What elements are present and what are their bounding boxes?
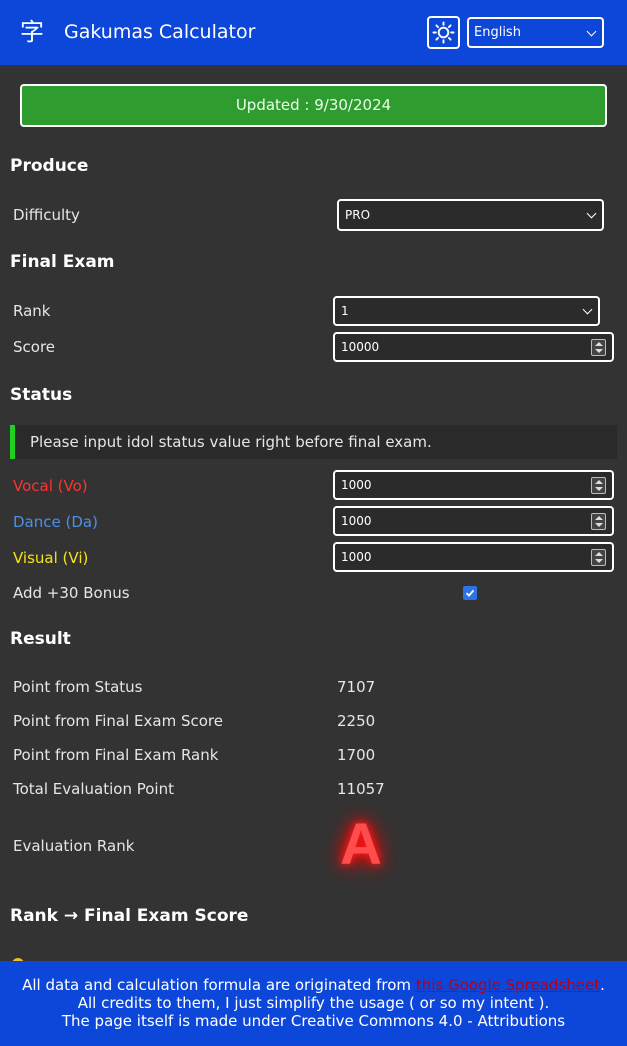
score-input-value: 10000 [341,340,380,354]
chevron-down-icon [582,304,593,315]
update-banner: Updated : 9/30/2024 [20,84,607,127]
result-row-label: Point from Final Exam Score [13,712,223,730]
result-row-label: Total Evaluation Point [13,780,174,798]
app-header: 字 Gakumas Calculator English [0,0,627,65]
rank-select[interactable]: 1 [333,296,600,326]
difficulty-select-value: PRO [345,208,371,222]
score-label: Score [13,338,56,356]
sun-icon [432,21,455,44]
score-input[interactable]: 10000 [333,332,614,362]
chevron-down-icon [586,26,597,37]
result-section-title: Result [10,629,71,649]
footer-credit-text: All data and calculation formula are ori… [22,976,416,994]
language-select[interactable]: English [467,17,604,48]
final-exam-section-title: Final Exam [10,252,115,272]
bonus-label: Add +30 Bonus [13,584,130,602]
bonus-checkbox[interactable] [463,586,477,600]
dance-label: Dance (Da) [13,513,98,531]
language-select-value: English [474,25,521,40]
app-title: Gakumas Calculator [64,21,256,43]
evaluation-rank-badge: A [340,812,382,877]
result-row-value: 1700 [337,746,376,764]
result-row-label: Point from Final Exam Rank [13,746,219,764]
footer-license-text: The page itself is made under Creative C… [61,1012,566,1030]
checkmark-icon [465,589,475,597]
spreadsheet-link[interactable]: this Google Spreadsheet [416,976,600,994]
difficulty-select[interactable]: PRO [337,199,604,231]
result-row-value: 11057 [337,780,385,798]
rank-select-value: 1 [341,304,349,318]
visual-stepper[interactable] [591,549,606,566]
chevron-down-icon [586,208,597,219]
result-row-value: 2250 [337,712,376,730]
dance-stepper[interactable] [591,513,606,530]
vocal-stepper[interactable] [591,477,606,494]
vocal-label: Vocal (Vo) [13,477,88,495]
theme-toggle-button[interactable] [427,16,460,49]
visual-input-value: 1000 [341,550,372,564]
result-row-label: Point from Status [13,678,143,696]
difficulty-label: Difficulty [13,206,80,224]
evaluation-rank-label: Evaluation Rank [13,837,135,855]
app-logo: 字 [20,18,44,46]
produce-section-title: Produce [10,156,89,176]
dance-input-value: 1000 [341,514,372,528]
rank-score-section-title: Rank → Final Exam Score [10,906,249,926]
vocal-input-value: 1000 [341,478,372,492]
vocal-input[interactable]: 1000 [333,470,614,500]
dance-input[interactable]: 1000 [333,506,614,536]
status-section-title: Status [10,385,73,405]
score-stepper[interactable] [591,339,606,356]
page-footer: All data and calculation formula are ori… [0,961,627,1046]
visual-label: Visual (Vi) [13,549,89,567]
status-note: Please input idol status value right bef… [10,425,617,459]
visual-input[interactable]: 1000 [333,542,614,572]
result-row-value: 7107 [337,678,376,696]
rank-label: Rank [13,302,51,320]
